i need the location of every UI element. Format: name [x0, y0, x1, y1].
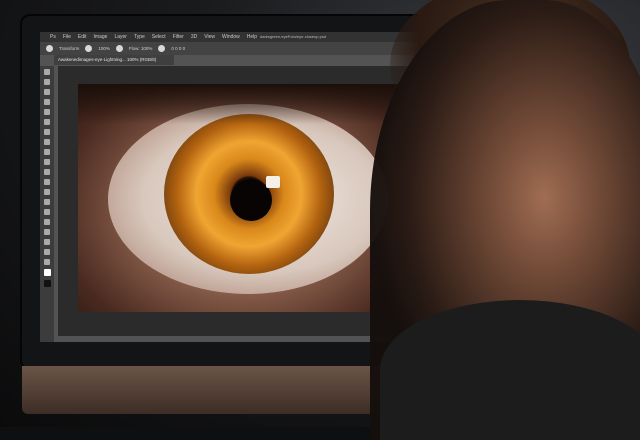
gradient-tool-icon[interactable] [44, 179, 50, 185]
path-select-tool-icon[interactable] [44, 229, 50, 235]
eyedropper-tool-icon[interactable] [44, 119, 50, 125]
image-canvas[interactable] [78, 84, 406, 312]
option-flow[interactable]: Flow: 100% [129, 46, 153, 51]
brush-icon[interactable] [85, 45, 93, 52]
menu-item-window[interactable]: Window [222, 34, 240, 40]
menu-item-edit[interactable]: Edit [78, 34, 87, 40]
tool-preset-icon[interactable] [46, 45, 53, 52]
zoom-tool-icon[interactable] [44, 259, 50, 265]
hand-tool-icon[interactable] [44, 249, 50, 255]
pressure-icon[interactable] [158, 45, 166, 52]
menu-item-help[interactable]: Help [247, 34, 257, 40]
document-tab[interactable]: Awakenedimages-eye-Lightning... 100% (RG… [54, 55, 174, 65]
menu-item-select[interactable]: Select [152, 34, 166, 40]
option-values[interactable]: 0 0 0 0 [171, 46, 185, 51]
dodge-tool-icon[interactable] [44, 199, 50, 205]
quick-select-tool-icon[interactable] [44, 99, 50, 105]
crop-tool-icon[interactable] [44, 109, 50, 115]
viewer-shoulder [380, 300, 640, 440]
menu-item-layer[interactable]: Layer [114, 34, 127, 40]
marquee-tool-icon[interactable] [44, 79, 50, 85]
move-tool-icon[interactable] [44, 69, 50, 75]
pen-tool-icon[interactable] [44, 209, 50, 215]
foreground-color-swatch[interactable] [43, 269, 51, 276]
airbrush-icon[interactable] [115, 45, 123, 52]
background-color-swatch[interactable] [43, 280, 51, 287]
eraser-tool-icon[interactable] [44, 169, 50, 175]
eyelid-shadow [78, 84, 406, 124]
stamp-tool-icon[interactable] [44, 149, 50, 155]
menu-item-logo[interactable]: Ps [50, 34, 56, 40]
lasso-tool-icon[interactable] [44, 89, 50, 95]
eye-highlight [266, 176, 280, 188]
shape-tool-icon[interactable] [44, 239, 50, 245]
menu-item-filter[interactable]: Filter [173, 34, 184, 40]
option-transform[interactable]: Transform [59, 46, 79, 51]
menu-item-type[interactable]: Type [134, 34, 145, 40]
blur-tool-icon[interactable] [44, 189, 50, 195]
window-title: darksgreen-eyeFoto/eye-closeup.psd [260, 34, 327, 39]
menu-item-image[interactable]: Image [94, 34, 108, 40]
healing-tool-icon[interactable] [44, 129, 50, 135]
history-brush-tool-icon[interactable] [44, 159, 50, 165]
option-opacity[interactable]: 100% [98, 46, 110, 51]
menu-item-view[interactable]: View [204, 34, 215, 40]
brush-tool-icon[interactable] [44, 139, 50, 145]
menu-item-file[interactable]: File [63, 34, 71, 40]
type-tool-icon[interactable] [44, 219, 50, 225]
menu-item-3d[interactable]: 3D [191, 34, 197, 40]
tools-panel [40, 66, 54, 342]
